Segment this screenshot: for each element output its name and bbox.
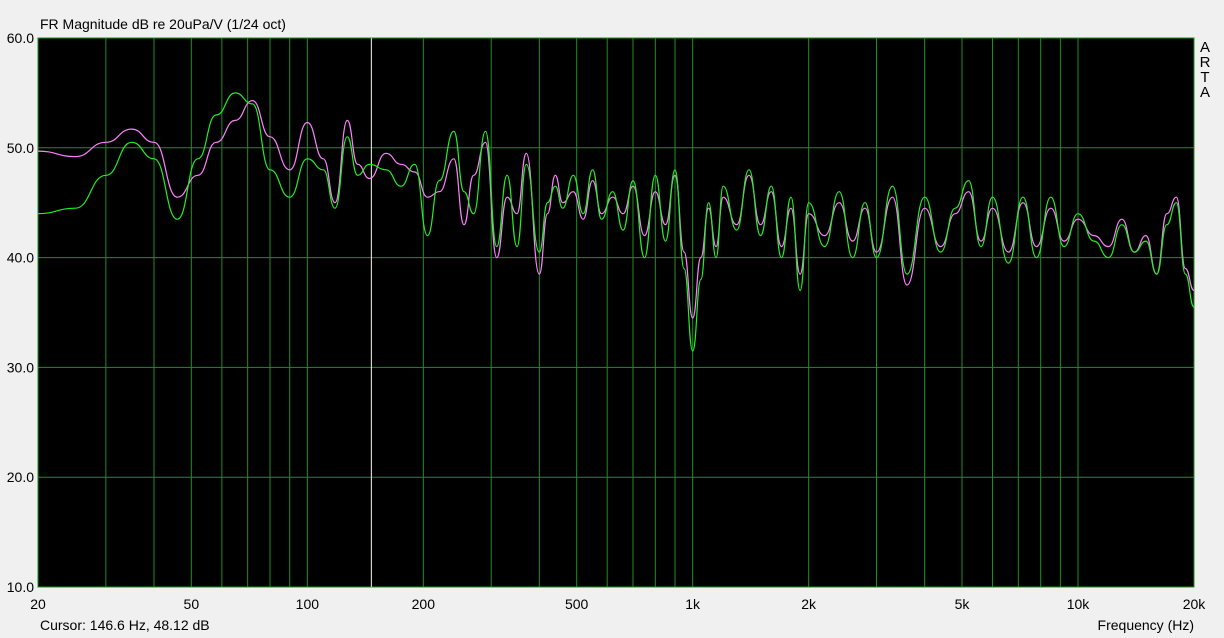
frequency-response-chart: 10.0 20.0 30.0 40.0 50.0 60.0 20 50 100 200 500 1k… bbox=[7, 30, 1211, 612]
x-tick-label: 20 bbox=[30, 596, 46, 612]
y-tick-label: 20.0 bbox=[7, 469, 34, 485]
x-axis-ticks: 20 50 100 200 500 1k 2k 5k 10k 20k bbox=[30, 596, 1206, 612]
x-tick-label: 50 bbox=[184, 596, 200, 612]
x-tick-label: 200 bbox=[412, 596, 436, 612]
brand-letter: A bbox=[1200, 84, 1210, 101]
x-tick-label: 5k bbox=[955, 596, 971, 612]
x-axis-label: Frequency (Hz) bbox=[1097, 617, 1194, 633]
x-tick-label: 20k bbox=[1183, 596, 1207, 612]
x-tick-label: 500 bbox=[565, 596, 589, 612]
arta-brand: ARTA bbox=[1200, 39, 1211, 101]
cursor-readout: Cursor: 146.6 Hz, 48.12 dB bbox=[40, 617, 210, 633]
y-tick-label: 40.0 bbox=[7, 250, 34, 266]
x-tick-label: 1k bbox=[685, 596, 701, 612]
y-axis-ticks: 10.0 20.0 30.0 40.0 50.0 60.0 bbox=[7, 30, 34, 595]
y-tick-label: 10.0 bbox=[7, 579, 34, 595]
y-tick-label: 60.0 bbox=[7, 30, 34, 46]
x-tick-label: 10k bbox=[1067, 596, 1091, 612]
x-tick-label: 100 bbox=[296, 596, 320, 612]
y-tick-label: 50.0 bbox=[7, 140, 34, 156]
y-tick-label: 30.0 bbox=[7, 359, 34, 375]
x-tick-label: 2k bbox=[801, 596, 817, 612]
